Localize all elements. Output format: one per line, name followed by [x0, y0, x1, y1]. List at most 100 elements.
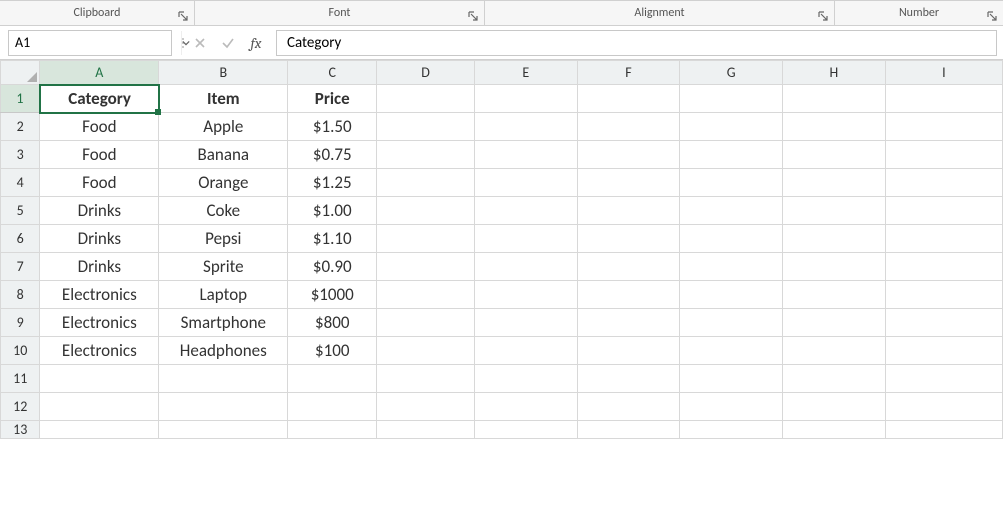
row-header-9[interactable]: 9 — [1, 309, 40, 337]
cell-E7[interactable] — [475, 253, 578, 281]
cell-G7[interactable] — [680, 253, 783, 281]
cell-E8[interactable] — [475, 281, 578, 309]
cell-E9[interactable] — [475, 309, 578, 337]
row-header-11[interactable]: 11 — [1, 365, 40, 393]
row-header-1[interactable]: 1 — [1, 85, 40, 113]
cell-A5[interactable]: Drinks — [40, 197, 159, 225]
cell-H11[interactable] — [783, 365, 886, 393]
cell-G12[interactable] — [680, 393, 783, 421]
cell-I3[interactable] — [885, 141, 1002, 169]
spreadsheet-grid[interactable]: ABCDEFGHI1CategoryItemPrice2FoodApple$1.… — [0, 60, 1003, 507]
row-header-12[interactable]: 12 — [1, 393, 40, 421]
cell-G6[interactable] — [680, 225, 783, 253]
cell-A12[interactable] — [40, 393, 159, 421]
cell-D2[interactable] — [377, 113, 475, 141]
cell-B4[interactable]: Orange — [159, 169, 288, 197]
cell-F4[interactable] — [577, 169, 680, 197]
cell-F5[interactable] — [577, 197, 680, 225]
cell-H6[interactable] — [783, 225, 886, 253]
cell-D12[interactable] — [377, 393, 475, 421]
cell-F13[interactable] — [577, 421, 680, 439]
cell-C12[interactable] — [288, 393, 377, 421]
row-header-5[interactable]: 5 — [1, 197, 40, 225]
cell-H10[interactable] — [783, 337, 886, 365]
formula-bar-input[interactable] — [276, 30, 997, 56]
row-header-10[interactable]: 10 — [1, 337, 40, 365]
cell-C5[interactable]: $1.00 — [288, 197, 377, 225]
cell-E2[interactable] — [475, 113, 578, 141]
cell-I1[interactable] — [885, 85, 1002, 113]
cell-C8[interactable]: $1000 — [288, 281, 377, 309]
cell-G11[interactable] — [680, 365, 783, 393]
cell-A13[interactable] — [40, 421, 159, 439]
cell-G8[interactable] — [680, 281, 783, 309]
cell-E3[interactable] — [475, 141, 578, 169]
cell-E1[interactable] — [475, 85, 578, 113]
cell-A7[interactable]: Drinks — [40, 253, 159, 281]
row-header-3[interactable]: 3 — [1, 141, 40, 169]
cell-D10[interactable] — [377, 337, 475, 365]
cell-H9[interactable] — [783, 309, 886, 337]
column-header-H[interactable]: H — [783, 61, 886, 85]
cell-A10[interactable]: Electronics — [40, 337, 159, 365]
row-header-8[interactable]: 8 — [1, 281, 40, 309]
cell-I6[interactable] — [885, 225, 1002, 253]
cell-B12[interactable] — [159, 393, 288, 421]
cell-C7[interactable]: $0.90 — [288, 253, 377, 281]
cell-E4[interactable] — [475, 169, 578, 197]
cell-G1[interactable] — [680, 85, 783, 113]
name-box-dropdown[interactable] — [181, 31, 190, 55]
cell-F2[interactable] — [577, 113, 680, 141]
cell-A3[interactable]: Food — [40, 141, 159, 169]
column-header-D[interactable]: D — [377, 61, 475, 85]
cancel-button[interactable] — [186, 30, 214, 56]
cell-F12[interactable] — [577, 393, 680, 421]
row-header-6[interactable]: 6 — [1, 225, 40, 253]
cell-C10[interactable]: $100 — [288, 337, 377, 365]
cell-E5[interactable] — [475, 197, 578, 225]
cell-F6[interactable] — [577, 225, 680, 253]
cell-H4[interactable] — [783, 169, 886, 197]
cell-D7[interactable] — [377, 253, 475, 281]
cell-A9[interactable]: Electronics — [40, 309, 159, 337]
column-header-F[interactable]: F — [577, 61, 680, 85]
row-header-4[interactable]: 4 — [1, 169, 40, 197]
cell-C13[interactable] — [288, 421, 377, 439]
cell-H13[interactable] — [783, 421, 886, 439]
cell-I5[interactable] — [885, 197, 1002, 225]
cell-I8[interactable] — [885, 281, 1002, 309]
cell-C1[interactable]: Price — [288, 85, 377, 113]
cell-I7[interactable] — [885, 253, 1002, 281]
cell-H8[interactable] — [783, 281, 886, 309]
name-box[interactable] — [8, 30, 172, 56]
cell-A2[interactable]: Food — [40, 113, 159, 141]
cell-I9[interactable] — [885, 309, 1002, 337]
insert-function-button[interactable]: fx — [242, 34, 270, 52]
row-header-7[interactable]: 7 — [1, 253, 40, 281]
cell-G9[interactable] — [680, 309, 783, 337]
cell-H2[interactable] — [783, 113, 886, 141]
cell-F9[interactable] — [577, 309, 680, 337]
cell-E13[interactable] — [475, 421, 578, 439]
cell-F7[interactable] — [577, 253, 680, 281]
cell-E11[interactable] — [475, 365, 578, 393]
column-header-C[interactable]: C — [288, 61, 377, 85]
cell-G10[interactable] — [680, 337, 783, 365]
cell-D11[interactable] — [377, 365, 475, 393]
cell-F10[interactable] — [577, 337, 680, 365]
column-header-A[interactable]: A — [40, 61, 159, 85]
cell-B5[interactable]: Coke — [159, 197, 288, 225]
column-header-E[interactable]: E — [475, 61, 578, 85]
cell-B9[interactable]: Smartphone — [159, 309, 288, 337]
name-box-input[interactable] — [9, 34, 181, 51]
cell-D6[interactable] — [377, 225, 475, 253]
dialog-launcher-number[interactable] — [985, 9, 999, 23]
cell-B6[interactable]: Pepsi — [159, 225, 288, 253]
cell-C9[interactable]: $800 — [288, 309, 377, 337]
cell-B10[interactable]: Headphones — [159, 337, 288, 365]
cell-A6[interactable]: Drinks — [40, 225, 159, 253]
dialog-launcher-font[interactable] — [466, 9, 480, 23]
column-header-I[interactable]: I — [885, 61, 1002, 85]
cell-E12[interactable] — [475, 393, 578, 421]
cell-C2[interactable]: $1.50 — [288, 113, 377, 141]
